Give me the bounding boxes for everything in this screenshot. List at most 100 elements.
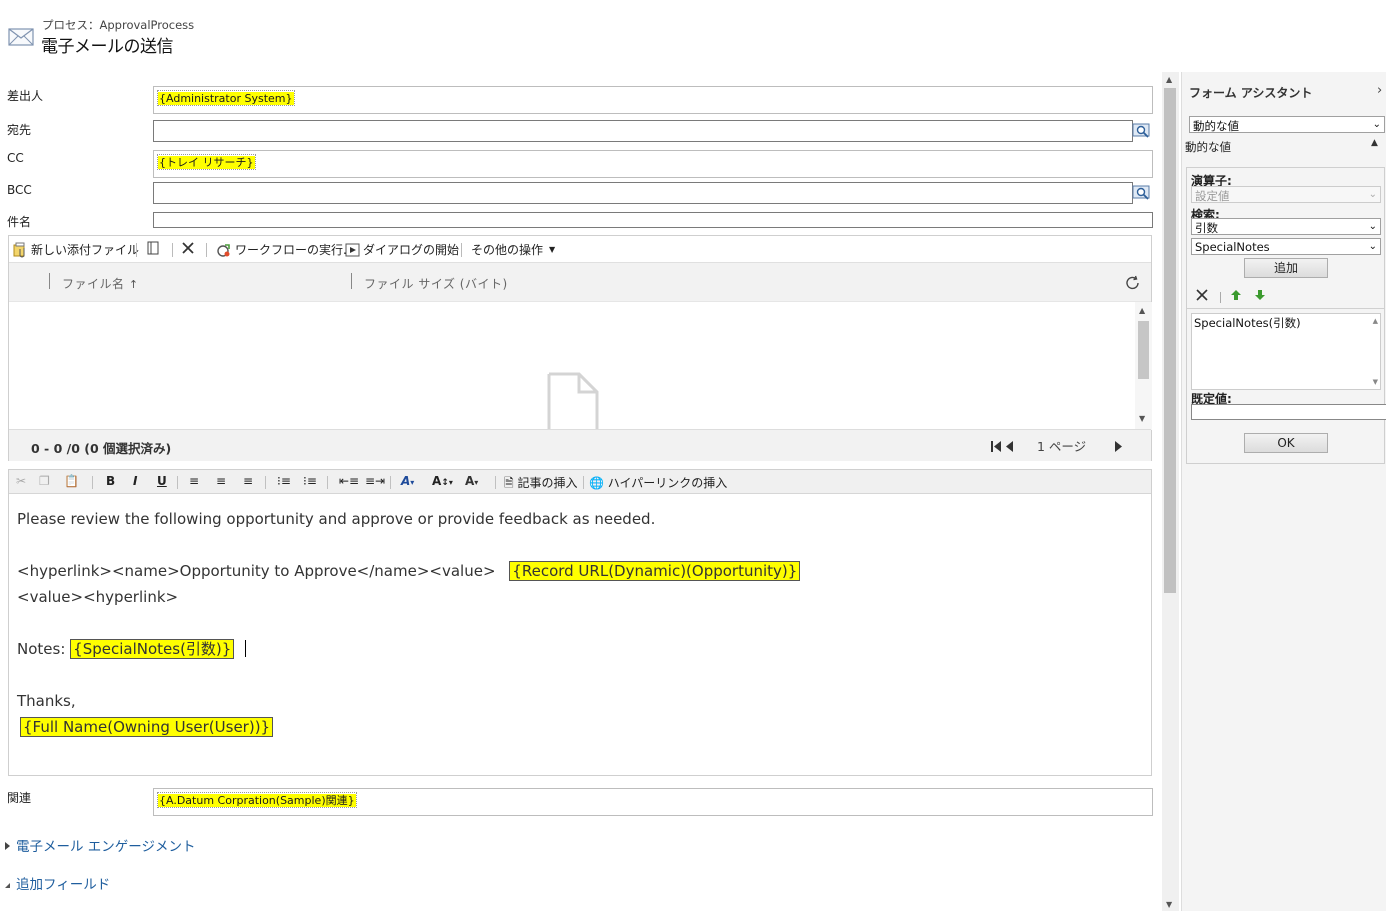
cc-token: {トレイ リサーチ} <box>158 156 255 169</box>
cc-label: CC <box>7 151 24 165</box>
grid-header: ファイル名 ↑ ファイル サイズ (バイト) <box>9 263 1151 301</box>
collapse-arrow-icon <box>5 883 10 888</box>
font-color-icon[interactable]: A▾ <box>465 474 478 488</box>
bold-icon[interactable]: B <box>106 474 115 488</box>
collapse-section-icon[interactable]: ▲ <box>1371 138 1378 148</box>
main-scrollbar[interactable]: ▲ ▼ <box>1162 72 1179 911</box>
start-dialog-button[interactable]: ダイアログの開始 <box>345 241 459 258</box>
main-scrollbar-thumb[interactable] <box>1164 88 1176 593</box>
editor-content: Please review the following opportunity … <box>17 506 801 740</box>
thanks-line: Thanks, <box>17 692 76 710</box>
previous-page-icon[interactable] <box>1005 439 1015 456</box>
next-page-icon[interactable] <box>1113 439 1123 456</box>
editor-toolbar: ✂ ❐ 📋 B I U ≡ ≡ ≡ ⁝≡ ⁝≡ ⇤≡ ≡⇥ A▾ A↕▾ A▾ … <box>9 470 1151 494</box>
to-label: 宛先 <box>7 123 32 137</box>
dialog-icon <box>345 243 360 256</box>
dropdown-arrow-icon: ⌄ <box>1368 221 1377 232</box>
special-notes-token: {SpecialNotes(引数)} <box>70 639 235 659</box>
attachments-grid: 新しい添付ファイル ワークフローの実行... ダイアログの開始 その他の操作 ▼… <box>8 235 1152 461</box>
record-count: 0 - 0 /0 (0 個選択済み) <box>31 441 172 456</box>
process-breadcrumb: プロセス：ApprovalProcess <box>42 18 195 32</box>
bcc-field[interactable] <box>153 182 1133 204</box>
collapse-panel-icon[interactable]: › <box>1377 83 1382 98</box>
column-filesize[interactable]: ファイル サイズ (バイト) <box>364 275 508 292</box>
increase-indent-icon[interactable]: ≡⇥ <box>365 474 385 488</box>
run-workflow-button[interactable]: ワークフローの実行... <box>216 241 354 258</box>
dynamic-values-box: 演算子: 設定値 ⌄ 検索: 引数 ⌄ SpecialNotes ⌄ 追加 Speci… <box>1186 167 1386 464</box>
align-left-icon[interactable]: ≡ <box>189 474 199 488</box>
dropdown-arrow-icon: ⌄ <box>1368 241 1377 252</box>
empty-document-icon <box>547 372 599 433</box>
page-number: 1 ページ <box>1037 439 1087 454</box>
new-attachment-button[interactable]: 新しい添付ファイル <box>12 241 139 258</box>
email-body-editor[interactable]: ✂ ❐ 📋 B I U ≡ ≡ ≡ ⁝≡ ⁝≡ ⇤≡ ≡⇥ A▾ A↕▾ A▾ … <box>8 469 1152 776</box>
notes-line: Notes: {SpecialNotes(引数)} <box>17 636 800 662</box>
list-item[interactable]: SpecialNotes(引数) <box>1192 314 1380 332</box>
text-cursor <box>245 640 247 657</box>
insert-article-button[interactable]: 🗎 記事の挿入 <box>504 474 578 495</box>
body-line-3: <value><hyperlink> <box>17 588 179 606</box>
default-value-input[interactable] <box>1191 404 1386 420</box>
insert-article-label: 記事の挿入 <box>517 476 578 490</box>
from-label: 差出人 <box>7 89 44 103</box>
numbered-list-icon[interactable]: ⁝≡ <box>277 474 291 488</box>
related-label: 関連 <box>7 791 32 805</box>
grid-body: ▲ ▼ <box>9 301 1152 430</box>
expand-arrow-icon <box>5 842 10 850</box>
column-filename[interactable]: ファイル名 ↑ <box>62 275 139 292</box>
font-size-icon[interactable]: A↕▾ <box>432 474 453 488</box>
run-workflow-label: ワークフローの実行... <box>235 243 355 257</box>
add-button[interactable]: 追加 <box>1244 258 1328 278</box>
start-dialog-label: ダイアログの開始 <box>363 243 460 257</box>
underline-icon[interactable]: U <box>157 474 167 488</box>
subject-label: 件名 <box>7 215 32 229</box>
align-center-icon[interactable]: ≡ <box>216 474 226 488</box>
dynamic-values-select[interactable]: 動的な値 ⌄ <box>1189 116 1385 133</box>
bcc-lookup-icon[interactable] <box>1131 182 1153 204</box>
selected-values-list[interactable]: SpecialNotes(引数) ▲ ▼ <box>1191 313 1381 390</box>
related-field[interactable]: {A.Datum Corpration(Sample)関連} <box>153 788 1153 816</box>
related-token: {A.Datum Corpration(Sample)関連} <box>158 794 356 807</box>
first-page-icon[interactable] <box>990 439 1002 456</box>
additional-fields-section[interactable]: 追加フィールド <box>5 873 110 893</box>
more-actions-label: その他の操作 <box>471 243 544 257</box>
cut-icon[interactable]: ✂ <box>16 474 26 488</box>
search-entity-select[interactable]: 引数 ⌄ <box>1191 218 1381 235</box>
body-line-1: Please review the following opportunity … <box>17 510 656 528</box>
ok-button[interactable]: OK <box>1244 433 1328 453</box>
font-icon[interactable]: A▾ <box>401 474 414 488</box>
operator-select[interactable]: 設定値 ⌄ <box>1191 186 1381 203</box>
subject-field[interactable] <box>153 212 1153 228</box>
grid-footer: 0 - 0 /0 (0 個選択済み) 1 ページ <box>9 429 1151 461</box>
grid-scrollbar[interactable]: ▲ ▼ <box>1135 302 1152 430</box>
italic-icon[interactable]: I <box>133 474 137 488</box>
move-up-icon[interactable] <box>1230 289 1242 304</box>
delete-icon[interactable] <box>181 241 195 255</box>
search-field-select[interactable]: SpecialNotes ⌄ <box>1191 238 1381 255</box>
cc-field[interactable]: {トレイ リサーチ} <box>153 150 1153 178</box>
article-icon: 🗎 <box>504 476 514 490</box>
form-assistant-panel: フォーム アシスタント › 動的な値 ⌄ 動的な値 ▲ 演算子: 設定値 ⌄ 検索:… <box>1181 72 1386 911</box>
remove-icon[interactable] <box>1195 288 1209 305</box>
chevron-down-icon: ▼ <box>549 245 556 254</box>
paste-icon[interactable]: 📋 <box>64 474 79 488</box>
move-down-icon[interactable] <box>1254 289 1266 304</box>
more-actions-button[interactable]: その他の操作 ▼ <box>471 241 555 258</box>
sort-ascending-icon: ↑ <box>128 278 139 291</box>
refresh-icon[interactable] <box>1124 274 1142 295</box>
new-attachment-label: 新しい添付ファイル <box>31 243 140 257</box>
to-field[interactable] <box>153 120 1133 142</box>
record-url-token: {Record URL(Dynamic)(Opportunity)} <box>509 561 801 581</box>
book-icon[interactable] <box>146 241 160 255</box>
email-engagement-section[interactable]: 電子メール エンゲージメント <box>5 835 196 855</box>
align-right-icon[interactable]: ≡ <box>243 474 253 488</box>
from-field[interactable]: {Administrator System} <box>153 86 1153 114</box>
body-line-2: <hyperlink><name>Opportunity to Approve<… <box>17 558 801 584</box>
insert-hyperlink-button[interactable]: 🌐 ハイパーリンクの挿入 <box>589 474 727 491</box>
full-name-token: {Full Name(Owning User(User))} <box>20 717 274 737</box>
to-lookup-icon[interactable] <box>1131 120 1153 142</box>
decrease-indent-icon[interactable]: ⇤≡ <box>339 474 359 488</box>
attachment-icon <box>13 242 25 257</box>
bullet-list-icon[interactable]: ⁝≡ <box>303 474 317 488</box>
copy-icon[interactable]: ❐ <box>39 474 50 488</box>
